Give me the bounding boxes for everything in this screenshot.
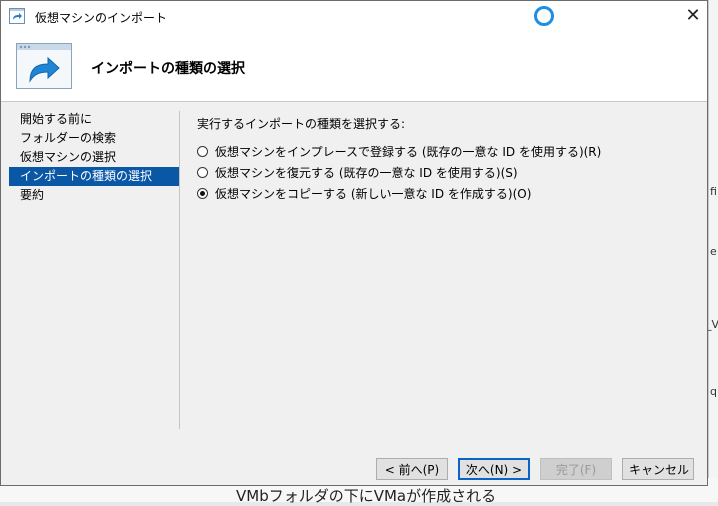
- radio-button[interactable]: [197, 167, 208, 178]
- nav-item-summary[interactable]: 要約: [9, 186, 179, 205]
- radio-button[interactable]: [197, 146, 208, 157]
- nav-item-locate-folder[interactable]: フォルダーの検索: [9, 129, 179, 148]
- option-copy[interactable]: 仮想マシンをコピーする (新しい一意な ID を作成する)(O): [197, 183, 601, 204]
- import-type-prompt: 実行するインポートの種類を選択する:: [197, 117, 406, 131]
- option-label[interactable]: 仮想マシンをインプレースで登録する (既存の一意な ID を使用する)(R): [215, 143, 601, 160]
- import-type-panel: 実行するインポートの種類を選択する: 仮想マシンをインプレースで登録する (既存…: [197, 115, 601, 204]
- option-label[interactable]: 仮想マシンをコピーする (新しい一意な ID を作成する)(O): [215, 185, 531, 202]
- close-button[interactable]: ✕: [679, 3, 707, 29]
- background-fragment: fi: [710, 185, 717, 198]
- back-button[interactable]: < 前へ(P): [376, 458, 448, 480]
- nav-divider: [179, 111, 180, 429]
- background-fragment: q: [710, 385, 717, 398]
- radio-button-checked[interactable]: [197, 188, 208, 199]
- import-vm-dialog: 仮想マシンのインポート ✕ インポートの種類の選択 開始する前に フォルダーの検…: [0, 0, 708, 486]
- page-title: インポートの種類の選択: [91, 61, 245, 77]
- nav-item-choose-import-type[interactable]: インポートの種類の選択: [9, 167, 179, 186]
- option-label[interactable]: 仮想マシンを復元する (既存の一意な ID を使用する)(S): [215, 164, 518, 181]
- window-title: 仮想マシンのインポート: [35, 11, 168, 25]
- loading-spinner-icon: [534, 6, 554, 26]
- cancel-button[interactable]: キャンセル: [622, 458, 694, 480]
- nav-item-select-vm[interactable]: 仮想マシンの選択: [9, 148, 179, 167]
- option-register-in-place[interactable]: 仮想マシンをインプレースで登録する (既存の一意な ID を使用する)(R): [197, 141, 601, 162]
- import-arrow-icon: [9, 8, 25, 24]
- background-fragment: e: [710, 245, 717, 258]
- wizard-steps-nav: 開始する前に フォルダーの検索 仮想マシンの選択 インポートの種類の選択 要約: [9, 110, 179, 205]
- wizard-header: インポートの種類の選択: [1, 31, 707, 102]
- option-restore[interactable]: 仮想マシンを復元する (既存の一意な ID を使用する)(S): [197, 162, 601, 183]
- finish-button[interactable]: 完了(F): [540, 458, 612, 480]
- background-text: VMbフォルダの下にVMaが作成される: [236, 487, 497, 505]
- title-bar: 仮想マシンのインポート ✕: [1, 1, 707, 31]
- next-button[interactable]: 次へ(N) >: [458, 458, 530, 480]
- import-wizard-icon: [16, 43, 72, 89]
- nav-item-before-you-begin[interactable]: 開始する前に: [9, 110, 179, 129]
